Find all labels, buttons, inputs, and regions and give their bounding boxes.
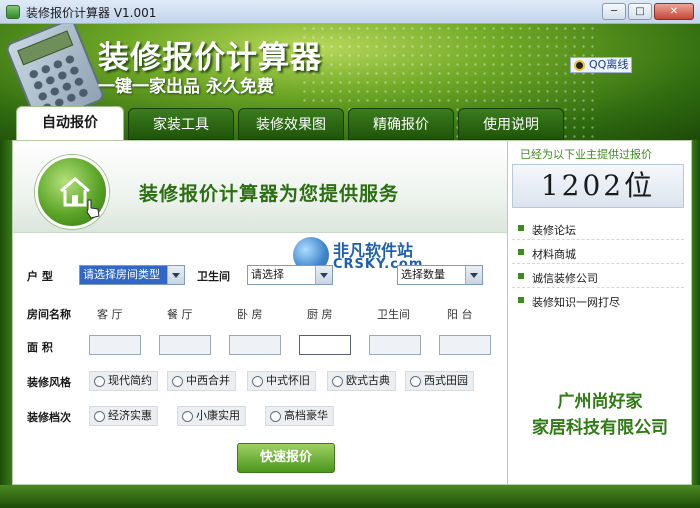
service-banner: 装修报价计算器为您提供服务 (13, 141, 507, 233)
side-panel: 已经为以下业主提供过报价 1202位 装修论坛 材料商城 诚信装修公司 装修知识… (508, 140, 692, 485)
home-click-icon (35, 155, 109, 229)
tab-renderings[interactable]: 装修效果图 (238, 108, 344, 140)
room-label-kitchen: 厨 房 (307, 308, 333, 321)
qq-status-button[interactable]: QQ离线 (570, 57, 633, 73)
tab-auto-quote[interactable]: 自动报价 (16, 106, 124, 140)
qq-status-label: QQ离线 (589, 58, 629, 71)
grade-option-economy[interactable]: 经济实惠 (89, 406, 158, 426)
style-option-chinese[interactable]: 中式怀旧 (247, 371, 316, 391)
maximize-button[interactable]: □ (628, 3, 652, 20)
bathroom-type-select[interactable]: 请选择 (247, 265, 333, 285)
room-name-label: 房间名称 (27, 308, 71, 321)
divider (512, 239, 684, 240)
main-tabs: 自动报价 家装工具 装修效果图 精确报价 使用说明 (16, 106, 564, 140)
bathroom-count-select[interactable]: 选择数量 (397, 265, 483, 285)
style-label: 装修风格 (27, 376, 71, 389)
window-title: 装修报价计算器 V1.001 (26, 6, 157, 20)
company-name-line2: 家居科技有限公司 (532, 418, 668, 438)
house-type-value: 请选择房间类型 (83, 268, 160, 281)
link-forum[interactable]: 装修论坛 (518, 222, 576, 238)
frame-left (0, 140, 12, 485)
bathroom-label: 卫生间 (197, 270, 230, 283)
area-label: 面 积 (27, 341, 53, 354)
room-label-dining: 餐 厅 (167, 308, 193, 321)
house-type-label: 户 型 (27, 270, 53, 283)
style-option-fusion[interactable]: 中西合并 (167, 371, 236, 391)
grade-option-luxury[interactable]: 高档豪华 (265, 406, 334, 426)
area-field-dining[interactable] (159, 335, 211, 355)
room-label-living: 客 厅 (97, 308, 123, 321)
auto-quote-panel: 装修报价计算器为您提供服务 非凡软件站 CRSKY.com 户 型 请选择房间类… (12, 140, 508, 485)
grade-label: 装修档次 (27, 411, 71, 424)
area-field-kitchen[interactable] (299, 335, 351, 355)
house-type-select[interactable]: 请选择房间类型 (79, 265, 185, 285)
banner-text: 装修报价计算器为您提供服务 (139, 183, 400, 205)
tab-instructions[interactable]: 使用说明 (458, 108, 564, 140)
company-name-line1: 广州尚好家 (557, 392, 643, 412)
area-field-balcony[interactable] (439, 335, 491, 355)
chevron-down-icon (315, 266, 332, 284)
tab-precise-quote[interactable]: 精确报价 (348, 108, 454, 140)
bathroom-type-value: 请选择 (251, 268, 284, 281)
quick-quote-button[interactable]: 快速报价 (237, 443, 335, 473)
divider (512, 287, 684, 288)
area-field-living[interactable] (89, 335, 141, 355)
link-knowledge[interactable]: 装修知识一网打尽 (518, 294, 620, 310)
app-logo-subtitle: 一键一家出品 永久免费 (98, 77, 274, 97)
window-controls: ─ □ ✕ (602, 3, 694, 20)
style-option-european[interactable]: 欧式古典 (327, 371, 396, 391)
tab-home-tools[interactable]: 家装工具 (128, 108, 234, 140)
link-trusted-companies[interactable]: 诚信装修公司 (518, 270, 598, 286)
bathroom-count-value: 选择数量 (401, 268, 445, 281)
style-option-modern[interactable]: 现代简约 (89, 371, 158, 391)
side-heading: 已经为以下业主提供过报价 (520, 148, 652, 161)
room-label-balcony: 阳 台 (447, 308, 473, 321)
style-option-country[interactable]: 西式田园 (405, 371, 474, 391)
divider (512, 263, 684, 264)
minimize-button[interactable]: ─ (602, 3, 626, 20)
quote-counter: 1202位 (512, 164, 684, 208)
footer-band (0, 485, 700, 508)
room-label-bedroom: 卧 房 (237, 308, 263, 321)
chevron-down-icon (167, 266, 184, 284)
area-field-bedroom[interactable] (229, 335, 281, 355)
area-field-bathroom[interactable] (369, 335, 421, 355)
close-button[interactable]: ✕ (654, 3, 694, 20)
pointer-hand-icon (86, 199, 100, 219)
app-logo-title: 装修报价计算器 (98, 40, 322, 76)
title-bar: 装修报价计算器 V1.001 ─ □ ✕ (0, 0, 700, 24)
grade-option-practical[interactable]: 小康实用 (177, 406, 246, 426)
chevron-down-icon (465, 266, 482, 284)
qq-penguin-icon (574, 60, 585, 71)
frame-right (692, 140, 700, 485)
link-material-mall[interactable]: 材料商城 (518, 246, 576, 262)
app-icon (6, 5, 20, 19)
room-label-bathroom: 卫生间 (377, 308, 410, 321)
